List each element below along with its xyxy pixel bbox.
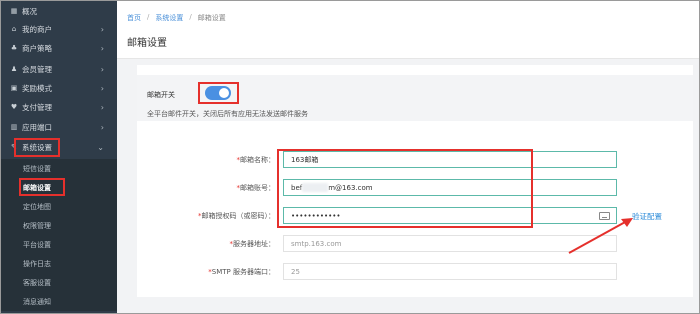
sub-item-location-map[interactable]: 定位地图 <box>1 197 117 216</box>
chevron-right-icon: › <box>100 43 104 53</box>
sidebar-item-app-ports[interactable]: ▥ 应用端口 › <box>1 117 117 137</box>
users-icon: ♣ <box>10 44 18 52</box>
red-arrow-annotation <box>568 218 633 254</box>
label-text: 服务器地址： <box>233 240 275 248</box>
sidebar-item-label: 商户策略 <box>22 43 52 53</box>
email-account-label: *邮箱账号： <box>147 183 276 193</box>
main-content: 首页 / 系统设置 / 邮箱设置 邮箱设置 邮箱开关 全平台邮件开关，关闭后所有… <box>117 1 699 313</box>
sidebar-item-label: 概况 <box>22 6 37 16</box>
email-name-input[interactable]: 163邮箱 <box>283 151 617 168</box>
input-value: smtp.163.com <box>291 239 342 248</box>
sub-item-label: 平台设置 <box>23 240 51 249</box>
gift-icon: ▣ <box>10 84 18 92</box>
sidebar-item-reward-mode[interactable]: ▣ 奖励模式 › <box>1 78 117 98</box>
sidebar-item-member-management[interactable]: ♟ 会员管理 › <box>1 59 117 79</box>
sub-item-sms-settings[interactable]: 短信设置 <box>1 159 117 178</box>
toggle-knob <box>219 88 229 98</box>
sidebar-item-my-merchants[interactable]: ⌂ 我的商户 › <box>1 19 117 39</box>
chevron-right-icon: › <box>100 24 104 34</box>
label-text: 邮箱名称： <box>240 156 275 164</box>
email-switch-panel: 邮箱开关 全平台邮件开关，关闭后所有应用无法发送邮件服务 <box>137 75 693 121</box>
breadcrumb: 首页 / 系统设置 / 邮箱设置 <box>127 13 226 23</box>
auth-code-label: *邮箱授权码（或密码）： <box>147 211 275 221</box>
sub-item-label: 权限管理 <box>23 221 51 230</box>
email-name-label: *邮箱名称： <box>147 155 276 165</box>
sub-item-label: 定位地图 <box>23 202 51 211</box>
breadcrumb-separator: / <box>147 13 150 21</box>
app-window: ▦ 概况 ⌂ 我的商户 › ♣ 商户策略 › ♟ 会员管理 › ▣ 奖励模式 ›… <box>0 0 700 314</box>
heart-icon: ♥ <box>10 103 18 111</box>
sub-item-platform-settings[interactable]: 平台设置 <box>1 235 117 254</box>
page-header: 首页 / 系统设置 / 邮箱设置 邮箱设置 <box>117 1 699 59</box>
member-icon: ♟ <box>10 65 18 73</box>
email-switch-description: 全平台邮件开关，关闭后所有应用无法发送邮件服务 <box>147 110 308 118</box>
sub-item-customer-service[interactable]: 客服设置 <box>1 273 117 292</box>
sub-item-email-settings[interactable]: 邮箱设置 <box>1 178 117 197</box>
sidebar-item-label: 我的商户 <box>22 24 52 34</box>
breadcrumb-section-link[interactable]: 系统设置 <box>155 13 183 23</box>
settings-card: 邮箱开关 全平台邮件开关，关闭后所有应用无法发送邮件服务 *邮箱名称： 163邮… <box>137 65 693 297</box>
breadcrumb-separator: / <box>189 13 192 21</box>
chart-icon: ▦ <box>10 7 18 15</box>
sub-item-label: 操作日志 <box>23 259 51 268</box>
sub-item-label: 邮箱设置 <box>23 183 51 192</box>
chevron-right-icon: › <box>100 122 104 132</box>
sidebar-item-label: 应用端口 <box>22 122 52 132</box>
input-value: 163邮箱 <box>291 155 319 164</box>
sidebar-item-overview[interactable]: ▦ 概况 <box>1 1 117 21</box>
sidebar-item-merchant-strategy[interactable]: ♣ 商户策略 › <box>1 38 117 58</box>
breadcrumb-current: 邮箱设置 <box>197 14 226 22</box>
input-value: 25 <box>291 267 300 276</box>
sub-item-permissions[interactable]: 权限管理 <box>1 216 117 235</box>
input-value-prefix: bef <box>291 183 303 192</box>
email-account-input[interactable]: bef m@163.com <box>283 179 617 196</box>
server-address-label: *服务器地址： <box>147 239 276 249</box>
sidebar-item-system-settings[interactable]: ✎ 系统设置 ⌄ <box>1 137 117 157</box>
wrench-icon: ✎ <box>11 143 17 151</box>
chevron-right-icon: › <box>100 102 104 112</box>
sidebar-item-label: 支付管理 <box>22 102 52 112</box>
breadcrumb-home-link[interactable]: 首页 <box>127 13 141 23</box>
chevron-right-icon: › <box>100 83 104 93</box>
input-value: •••••••••••• <box>291 211 341 220</box>
sub-item-label: 短信设置 <box>23 164 51 173</box>
bar-chart-icon: ▥ <box>10 123 18 131</box>
sidebar: ▦ 概况 ⌂ 我的商户 › ♣ 商户策略 › ♟ 会员管理 › ▣ 奖励模式 ›… <box>1 1 117 313</box>
label-text: 邮箱授权码（或密码）： <box>201 212 276 220</box>
redaction-mask <box>302 183 329 192</box>
email-switch-label: 邮箱开关 <box>147 91 175 99</box>
label-text: SMTP 服务器端口： <box>211 268 275 276</box>
sub-item-label: 客服设置 <box>23 278 51 287</box>
sidebar-item-label: 奖励模式 <box>22 83 52 93</box>
sidebar-item-label: 会员管理 <box>22 64 52 74</box>
sidebar-item-label: 系统设置 <box>22 142 52 152</box>
label-text: 邮箱账号： <box>240 184 275 192</box>
sub-item-operation-log[interactable]: 操作日志 <box>1 254 117 273</box>
sub-item-label: 消息通知 <box>23 297 51 306</box>
smtp-port-label: *SMTP 服务器端口： <box>147 267 275 277</box>
sidebar-item-payment[interactable]: ♥ 支付管理 › <box>1 97 117 117</box>
smtp-port-input[interactable]: 25 <box>283 263 617 280</box>
sub-item-notifications[interactable]: 消息通知 <box>1 292 117 311</box>
home-icon: ⌂ <box>11 25 17 33</box>
chevron-down-icon: ⌄ <box>97 142 104 152</box>
email-switch-toggle[interactable] <box>205 86 231 100</box>
input-value-suffix: m@163.com <box>328 183 373 192</box>
page-title: 邮箱设置 <box>127 38 167 49</box>
chevron-right-icon: › <box>100 64 104 74</box>
